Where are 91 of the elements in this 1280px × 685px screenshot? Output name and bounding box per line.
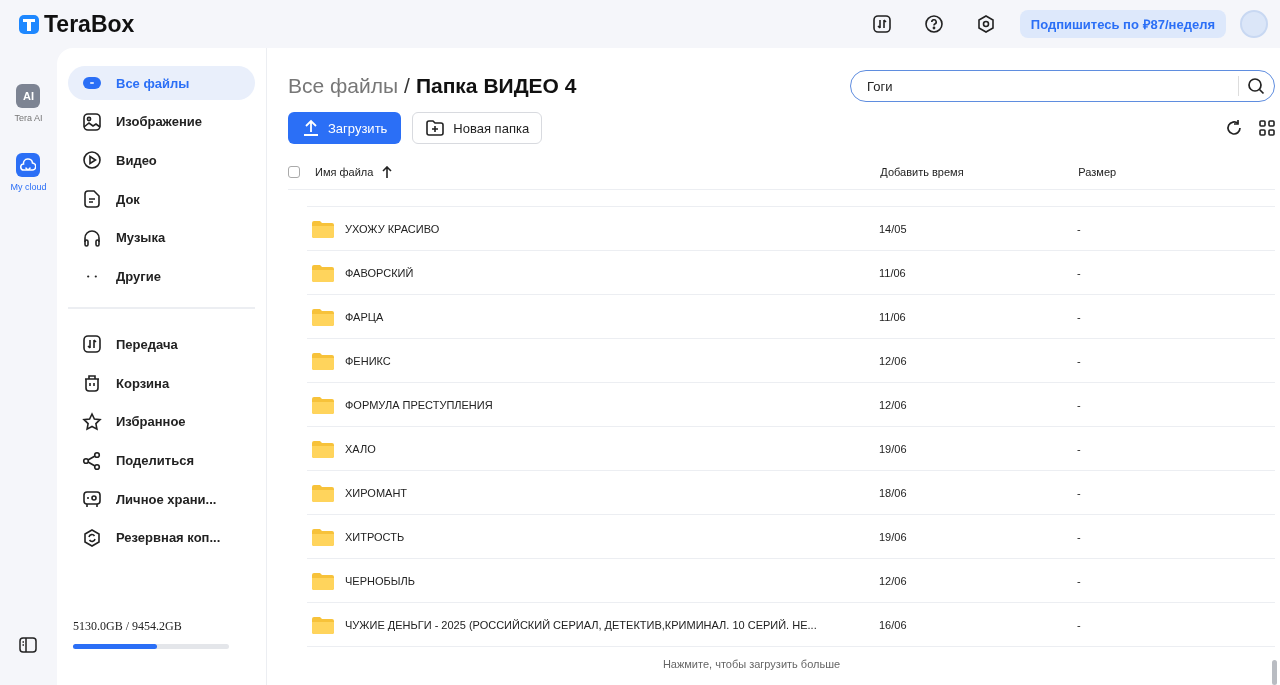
share-icon	[82, 450, 102, 471]
table-cell: -	[1077, 266, 1081, 279]
dots-icon	[87, 274, 97, 278]
folder-icon	[312, 439, 334, 458]
logo-icon	[18, 13, 40, 35]
new-folder-button[interactable]: Новая папка	[412, 112, 543, 144]
table-cell-text: 16/06	[879, 618, 908, 631]
file-name[interactable]: ЧУЖИЕ ДЕНЬГИ - 2025 (РОССИЙСКИЙ СЕРИАЛ, ДЕТЕКТИВ,КРИМИНАЛ. 10 СЕРИЙ. НЕ...	[345, 618, 879, 631]
sidebar-item[interactable]: Другие	[68, 259, 255, 294]
logo-text: TeraBox	[44, 10, 135, 38]
cloud-icon	[20, 157, 37, 173]
search-field[interactable]: Гоги	[850, 70, 1275, 102]
sidebar-item[interactable]: Избранное	[68, 404, 255, 439]
sidebar-item[interactable]: Передача	[68, 327, 255, 362]
storage-text: 5130.0GB / 9454.2GB	[73, 619, 183, 634]
document-icon	[82, 189, 102, 210]
sidebar-item[interactable]: Корзина	[68, 366, 255, 401]
table-cell-text: 19/06	[879, 442, 908, 455]
table-cell: -	[1077, 354, 1081, 367]
table-cell-text: 11/06	[879, 266, 907, 279]
table-cell: -	[1077, 398, 1081, 411]
sidebar-item[interactable]: Док	[68, 182, 255, 217]
table-cell-text: 14/05	[879, 222, 908, 235]
transfer-icon[interactable]	[871, 14, 892, 34]
file-name[interactable]: ЧЕРНОБЫЛЬ	[345, 574, 879, 587]
headphones-icon	[82, 227, 102, 248]
table-cell-text: 11/06	[879, 310, 907, 323]
scrollbar[interactable]	[1272, 660, 1277, 685]
breadcrumb-separator: /	[404, 74, 410, 98]
upload-button[interactable]: Загрузить	[288, 112, 402, 144]
table-cell: -	[1077, 442, 1081, 455]
sidebar-item[interactable]: Музыка	[68, 220, 255, 255]
folder-icon	[312, 307, 334, 326]
sidebar-item[interactable]: Поделиться	[68, 443, 255, 478]
sidebar-item[interactable]: Личное храни...	[68, 482, 255, 517]
sidebar-toggle-icon[interactable]	[19, 637, 37, 653]
settings-icon[interactable]	[975, 14, 996, 34]
help-icon[interactable]	[923, 14, 944, 34]
safe-icon	[82, 489, 102, 510]
play-icon	[82, 150, 102, 171]
sidebar-item[interactable]: Видео	[68, 143, 255, 178]
file-name[interactable]: УХОЖУ КРАСИВО	[345, 222, 879, 235]
select-all-checkbox[interactable]	[288, 165, 300, 178]
table-cell-text: 12/06	[879, 398, 908, 411]
table-cell-text: 12/06	[879, 574, 908, 587]
sort-arrow-icon[interactable]	[382, 165, 393, 178]
table-cell: -	[1077, 618, 1081, 631]
column-header[interactable]: Имя файла	[315, 165, 374, 178]
sidebar-item[interactable]: Все файлы	[68, 66, 255, 100]
folder-icon	[312, 351, 334, 370]
file-name[interactable]: ХИТРОСТЬ	[345, 530, 879, 543]
table-cell-text: 19/06	[879, 530, 908, 543]
refresh-icon[interactable]	[1225, 119, 1243, 137]
trash-icon	[82, 373, 102, 394]
column-header[interactable]: Добавить время	[880, 165, 1079, 178]
image-icon	[82, 111, 102, 132]
sidebar-item[interactable]: Резервная коп...	[68, 520, 255, 555]
rail-item[interactable]: My cloud	[10, 153, 47, 192]
upload-icon	[302, 119, 320, 137]
table-cell: -	[1077, 486, 1081, 499]
folder-icon	[312, 571, 334, 590]
file-name[interactable]: ФАРЦА	[345, 310, 879, 323]
sidebar-item[interactable]: Изображение	[68, 104, 255, 139]
table-cell: -	[1077, 530, 1081, 543]
file-name[interactable]: ХАЛО	[345, 442, 879, 455]
star-icon	[82, 411, 102, 432]
transfer-icon	[82, 334, 102, 355]
folder-icon	[312, 395, 334, 414]
file-name[interactable]: ФЕНИКС	[345, 354, 879, 367]
table-cell-text: 12/06	[879, 354, 908, 367]
load-more-link[interactable]: Нажмите, чтобы загрузить больше	[662, 658, 841, 670]
table-cell-text: 18/06	[879, 486, 908, 499]
column-header[interactable]: Размер	[1078, 165, 1117, 178]
folder-icon	[312, 527, 334, 546]
file-name[interactable]: ФОРМУЛА ПРЕСТУПЛЕНИЯ	[345, 398, 879, 411]
folder-icon	[312, 219, 334, 238]
folder-title: Папка ВИДЕО 4	[415, 74, 577, 98]
file-name[interactable]: ФАВОРСКИЙ	[345, 266, 879, 279]
folder-icon	[312, 615, 334, 634]
table-cell: -	[1077, 222, 1081, 235]
grid-view-icon[interactable]	[1259, 120, 1275, 136]
folder-icon	[312, 263, 334, 282]
breadcrumb-link[interactable]: Все файлы	[288, 74, 399, 98]
file-name[interactable]: ХИРОМАНТ	[345, 486, 879, 499]
folder-icon	[312, 483, 334, 502]
folder-plus-icon	[425, 118, 446, 138]
table-cell: -	[1077, 310, 1081, 323]
search-icon[interactable]	[1247, 77, 1265, 95]
backup-icon	[82, 527, 102, 548]
table-cell: -	[1077, 574, 1081, 587]
subscribe-button[interactable]: Подпишитесь по ₽87/неделя	[1019, 10, 1226, 38]
